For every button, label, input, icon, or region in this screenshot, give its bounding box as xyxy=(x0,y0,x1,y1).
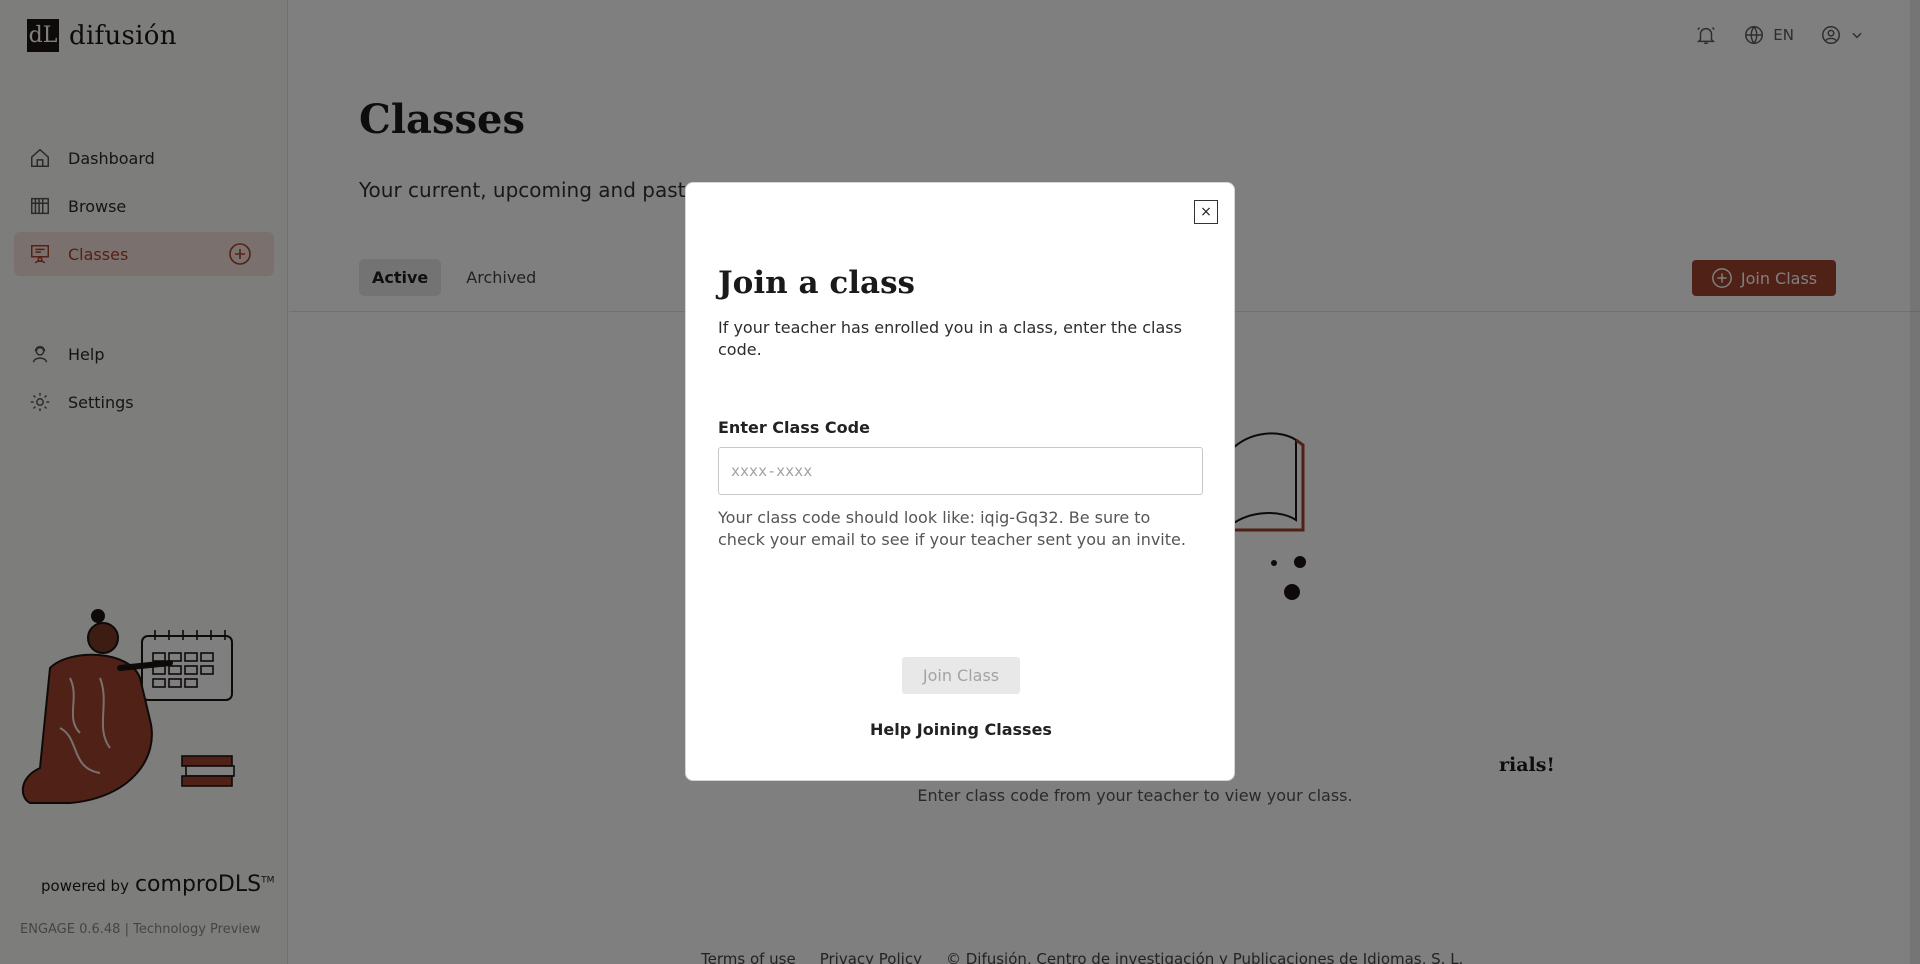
modal-description: If your teacher has enrolled you in a cl… xyxy=(718,318,1182,359)
join-class-submit-button[interactable]: Join Class xyxy=(902,657,1020,694)
class-code-input[interactable] xyxy=(718,447,1203,495)
join-class-modal: × Join a class If your teacher has enrol… xyxy=(685,182,1235,781)
class-code-hint: Your class code should look like: iqig-G… xyxy=(718,508,1186,549)
class-code-label: Enter Class Code xyxy=(718,418,870,437)
modal-title: Join a class xyxy=(718,265,915,301)
page-scrollbar[interactable] xyxy=(1910,0,1920,964)
close-button[interactable]: × xyxy=(1194,200,1218,224)
help-joining-classes-link[interactable]: Help Joining Classes xyxy=(686,720,1236,739)
close-icon: × xyxy=(1200,204,1212,220)
